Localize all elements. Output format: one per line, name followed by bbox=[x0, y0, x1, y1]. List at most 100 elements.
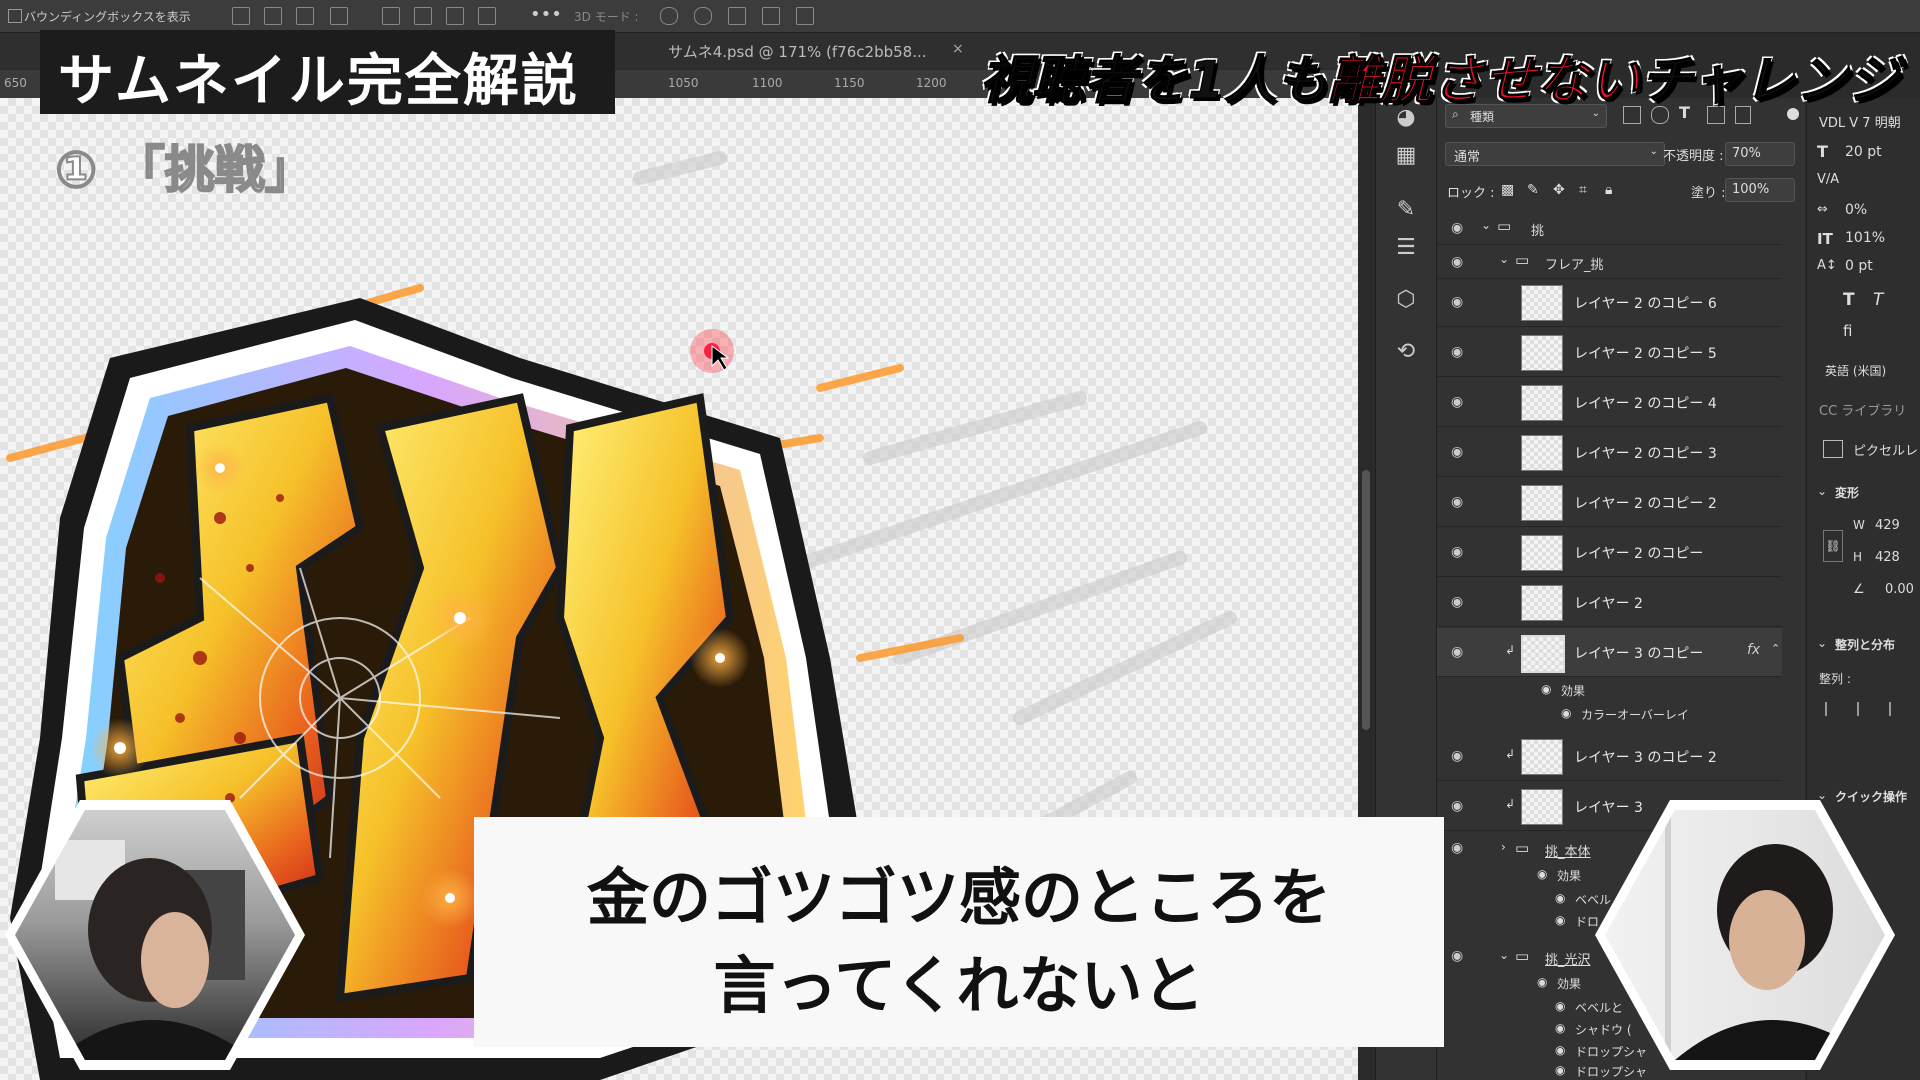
options-bar: バウンディングボックスを表示 ••• 3D モード : bbox=[0, 0, 1920, 33]
tab-document[interactable]: サムネ4.psd @ 171% (f76c2bb58... bbox=[668, 41, 927, 62]
align-bottom-icon[interactable] bbox=[446, 7, 464, 25]
adjustments-icon[interactable]: ☰ bbox=[1392, 234, 1420, 262]
layer-group-row[interactable]: ◉ ⌄ ▭ フレア_挑 bbox=[1437, 244, 1782, 279]
roll-3d-icon[interactable] bbox=[694, 7, 712, 25]
layer-row[interactable]: ◉ レイヤー 2 のコピー 2 bbox=[1437, 478, 1782, 527]
align-left-icon[interactable] bbox=[1825, 702, 1841, 716]
chevron-down-icon[interactable]: ⌄ bbox=[1817, 636, 1827, 650]
effect-eye-icon[interactable]: ◉ bbox=[1555, 1063, 1565, 1077]
effect-eye-icon[interactable]: ◉ bbox=[1541, 682, 1551, 696]
canvas-scrollbar-thumb[interactable] bbox=[1362, 470, 1370, 730]
folder-icon: ▭ bbox=[1515, 839, 1530, 857]
history-icon[interactable]: ⟲ bbox=[1392, 338, 1420, 366]
align-middle-icon[interactable] bbox=[414, 7, 432, 25]
effect-eye-icon[interactable]: ◉ bbox=[1537, 867, 1547, 881]
swatches-grid-icon[interactable]: ▦ bbox=[1392, 142, 1420, 170]
visibility-eye-icon[interactable]: ◉ bbox=[1451, 220, 1467, 236]
width-value[interactable]: 429 bbox=[1875, 518, 1900, 533]
language-select[interactable]: 英語 (米国) bbox=[1825, 362, 1886, 379]
baseline-value[interactable]: 0 pt bbox=[1845, 258, 1873, 274]
fill-label: 塗り : bbox=[1691, 186, 1726, 201]
lock-transparent-icon[interactable]: ▩ bbox=[1501, 182, 1514, 198]
align-center-icon[interactable] bbox=[1857, 702, 1873, 716]
slide-3d-icon[interactable] bbox=[762, 7, 780, 25]
chevron-down-icon[interactable]: ⌄ bbox=[1499, 948, 1509, 962]
drag-3d-icon[interactable] bbox=[728, 7, 746, 25]
layer-row-selected[interactable]: ◉ ↲ レイヤー 3 のコピー fx ⌃ bbox=[1437, 628, 1782, 677]
ligature-icon[interactable]: fi bbox=[1843, 322, 1852, 340]
visibility-eye-icon[interactable]: ◉ bbox=[1451, 840, 1467, 856]
visibility-eye-icon[interactable]: ◉ bbox=[1451, 748, 1467, 764]
visibility-eye-icon[interactable]: ◉ bbox=[1451, 544, 1467, 560]
chevron-up-icon[interactable]: ⌃ bbox=[1771, 642, 1780, 655]
angle-value[interactable]: 0.00 bbox=[1885, 582, 1914, 597]
transform-section[interactable]: 変形 bbox=[1835, 484, 1859, 501]
visibility-eye-icon[interactable]: ◉ bbox=[1451, 494, 1467, 510]
effect-eye-icon[interactable]: ◉ bbox=[1555, 1021, 1565, 1035]
layer-row[interactable]: ◉ レイヤー 2 のコピー 3 bbox=[1437, 428, 1782, 477]
layer-row[interactable]: ◉ レイヤー 2 bbox=[1437, 578, 1782, 627]
visibility-eye-icon[interactable]: ◉ bbox=[1451, 798, 1467, 814]
more-options-icon[interactable]: ••• bbox=[530, 4, 562, 25]
fx-badge[interactable]: fx bbox=[1747, 642, 1760, 658]
layer-row[interactable]: ◉ ↲ レイヤー 3 のコピー 2 bbox=[1437, 732, 1782, 781]
lock-paint-icon[interactable]: ✎ bbox=[1527, 182, 1539, 198]
effect-eye-icon[interactable]: ◉ bbox=[1555, 891, 1565, 905]
pixel-layer-label: ピクセルレ bbox=[1853, 444, 1919, 459]
layer-row[interactable]: ◉ レイヤー 2 のコピー 6 bbox=[1437, 278, 1782, 327]
align-left-icon[interactable] bbox=[232, 7, 250, 25]
opacity-input[interactable]: 70% bbox=[1725, 142, 1795, 166]
effect-eye-icon[interactable]: ◉ bbox=[1555, 999, 1565, 1013]
align-top-icon[interactable] bbox=[382, 7, 400, 25]
brush-settings-icon[interactable]: ✎ bbox=[1392, 196, 1420, 224]
visibility-eye-icon[interactable]: ◉ bbox=[1451, 644, 1467, 660]
orbit-3d-icon[interactable] bbox=[660, 7, 678, 25]
lock-move-icon[interactable]: ✥ bbox=[1553, 182, 1565, 198]
fill-input[interactable]: 100% bbox=[1725, 178, 1795, 202]
3d-cube-icon[interactable]: ⬡ bbox=[1392, 286, 1420, 314]
tab-close-icon[interactable]: × bbox=[952, 41, 964, 57]
layer-row[interactable]: ◉ レイヤー 2 のコピー 5 bbox=[1437, 328, 1782, 377]
height-value[interactable]: 428 bbox=[1875, 550, 1900, 565]
visibility-eye-icon[interactable]: ◉ bbox=[1451, 394, 1467, 410]
lock-artboard-icon[interactable]: ⌗ bbox=[1579, 182, 1587, 198]
effect-eye-icon[interactable]: ◉ bbox=[1537, 975, 1547, 989]
lock-all-icon[interactable]: 🔒︎ bbox=[1605, 182, 1612, 198]
distribute-v-icon[interactable] bbox=[478, 7, 496, 25]
vscale-value[interactable]: 101% bbox=[1845, 230, 1885, 246]
video-camera-icon[interactable] bbox=[796, 7, 814, 25]
chevron-down-icon[interactable]: ⌄ bbox=[1817, 788, 1827, 802]
layer-row[interactable]: ◉ レイヤー 2 のコピー 4 bbox=[1437, 378, 1782, 427]
bold-icon[interactable]: T bbox=[1843, 290, 1855, 310]
layer-group-row[interactable]: ◉ ⌄ ▭ 挑 bbox=[1437, 210, 1782, 245]
effect-eye-icon[interactable]: ◉ bbox=[1555, 913, 1565, 927]
align-center-icon[interactable] bbox=[264, 7, 282, 25]
blend-mode-select[interactable]: 通常 ⌄ bbox=[1445, 142, 1665, 166]
align-section[interactable]: 整列と分布 bbox=[1835, 636, 1895, 653]
chevron-down-icon[interactable]: ⌄ bbox=[1817, 484, 1827, 498]
font-family-select[interactable]: VDL V 7 明朝 bbox=[1819, 112, 1901, 131]
chevron-down-icon[interactable]: ⌄ bbox=[1481, 218, 1491, 232]
layer-row[interactable]: ◉ レイヤー 2 のコピー bbox=[1437, 528, 1782, 577]
chevron-right-icon[interactable]: › bbox=[1501, 840, 1506, 854]
tracking-value[interactable]: 0% bbox=[1845, 202, 1867, 218]
effect-eye-icon[interactable]: ◉ bbox=[1561, 706, 1571, 720]
effect-color-overlay-row[interactable]: ◉ カラーオーバーレイ bbox=[1437, 702, 1782, 726]
quick-actions-section[interactable]: クイック操作 bbox=[1835, 788, 1907, 805]
effects-row[interactable]: ◉ 効果 bbox=[1437, 678, 1782, 702]
chevron-down-icon[interactable]: ⌄ bbox=[1499, 252, 1509, 266]
bbox-checkbox[interactable] bbox=[8, 9, 22, 23]
align-right-icon[interactable] bbox=[296, 7, 314, 25]
effect-eye-icon[interactable]: ◉ bbox=[1555, 1043, 1565, 1057]
font-size-value[interactable]: 20 pt bbox=[1845, 144, 1882, 160]
visibility-eye-icon[interactable]: ◉ bbox=[1451, 294, 1467, 310]
visibility-eye-icon[interactable]: ◉ bbox=[1451, 948, 1467, 964]
visibility-eye-icon[interactable]: ◉ bbox=[1451, 444, 1467, 460]
visibility-eye-icon[interactable]: ◉ bbox=[1451, 344, 1467, 360]
italic-icon[interactable]: T bbox=[1873, 290, 1883, 310]
visibility-eye-icon[interactable]: ◉ bbox=[1451, 254, 1467, 270]
visibility-eye-icon[interactable]: ◉ bbox=[1451, 594, 1467, 610]
distribute-icon[interactable] bbox=[330, 7, 348, 25]
align-right-icon[interactable] bbox=[1889, 702, 1905, 716]
link-icon[interactable]: ⛓ bbox=[1823, 530, 1843, 562]
